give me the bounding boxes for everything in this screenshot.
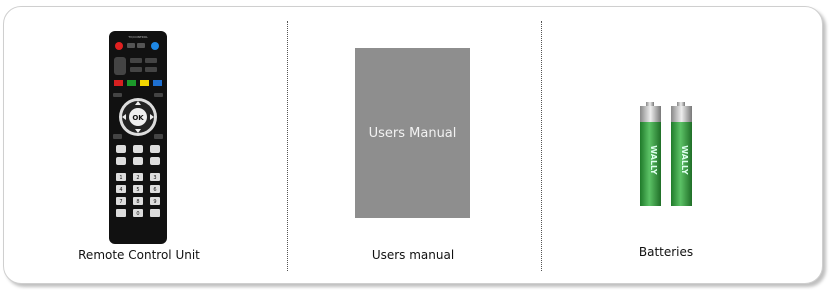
manual-caption: Users manual (371, 248, 455, 262)
svg-text:4: 4 (119, 187, 122, 193)
svg-text:6: 6 (153, 187, 156, 193)
svg-text:0: 0 (136, 211, 139, 217)
manual-cover-title: Users Manual (368, 125, 457, 141)
svg-text:2: 2 (136, 175, 139, 181)
battery-left: WALLY (640, 102, 661, 206)
divider-right (541, 21, 542, 271)
svg-text:9: 9 (153, 199, 156, 205)
svg-text:8: 8 (136, 199, 139, 205)
svg-text:WALLY: WALLY (649, 145, 658, 175)
ok-label: OK (132, 114, 144, 122)
svg-text:5: 5 (136, 187, 139, 193)
svg-text:1: 1 (119, 175, 122, 181)
svg-text:WALLY: WALLY (680, 145, 689, 175)
users-manual-image: Users Manual (355, 48, 470, 218)
svg-text:7: 7 (119, 199, 122, 205)
divider-left (287, 21, 288, 271)
battery-right: WALLY (671, 102, 692, 206)
remote-top-label: TV/CONTROL (127, 35, 148, 39)
svg-text:3: 3 (153, 175, 156, 181)
remote-control-image: TV/CONTROL OK 1 2 3 4 5 6 7 8 9 0 (109, 31, 167, 244)
power-button-icon (115, 42, 123, 50)
batteries-caption: Batteries (638, 245, 694, 259)
remote-caption: Remote Control Unit (78, 248, 200, 262)
batteries-image: WALLY WALLY (640, 102, 692, 206)
